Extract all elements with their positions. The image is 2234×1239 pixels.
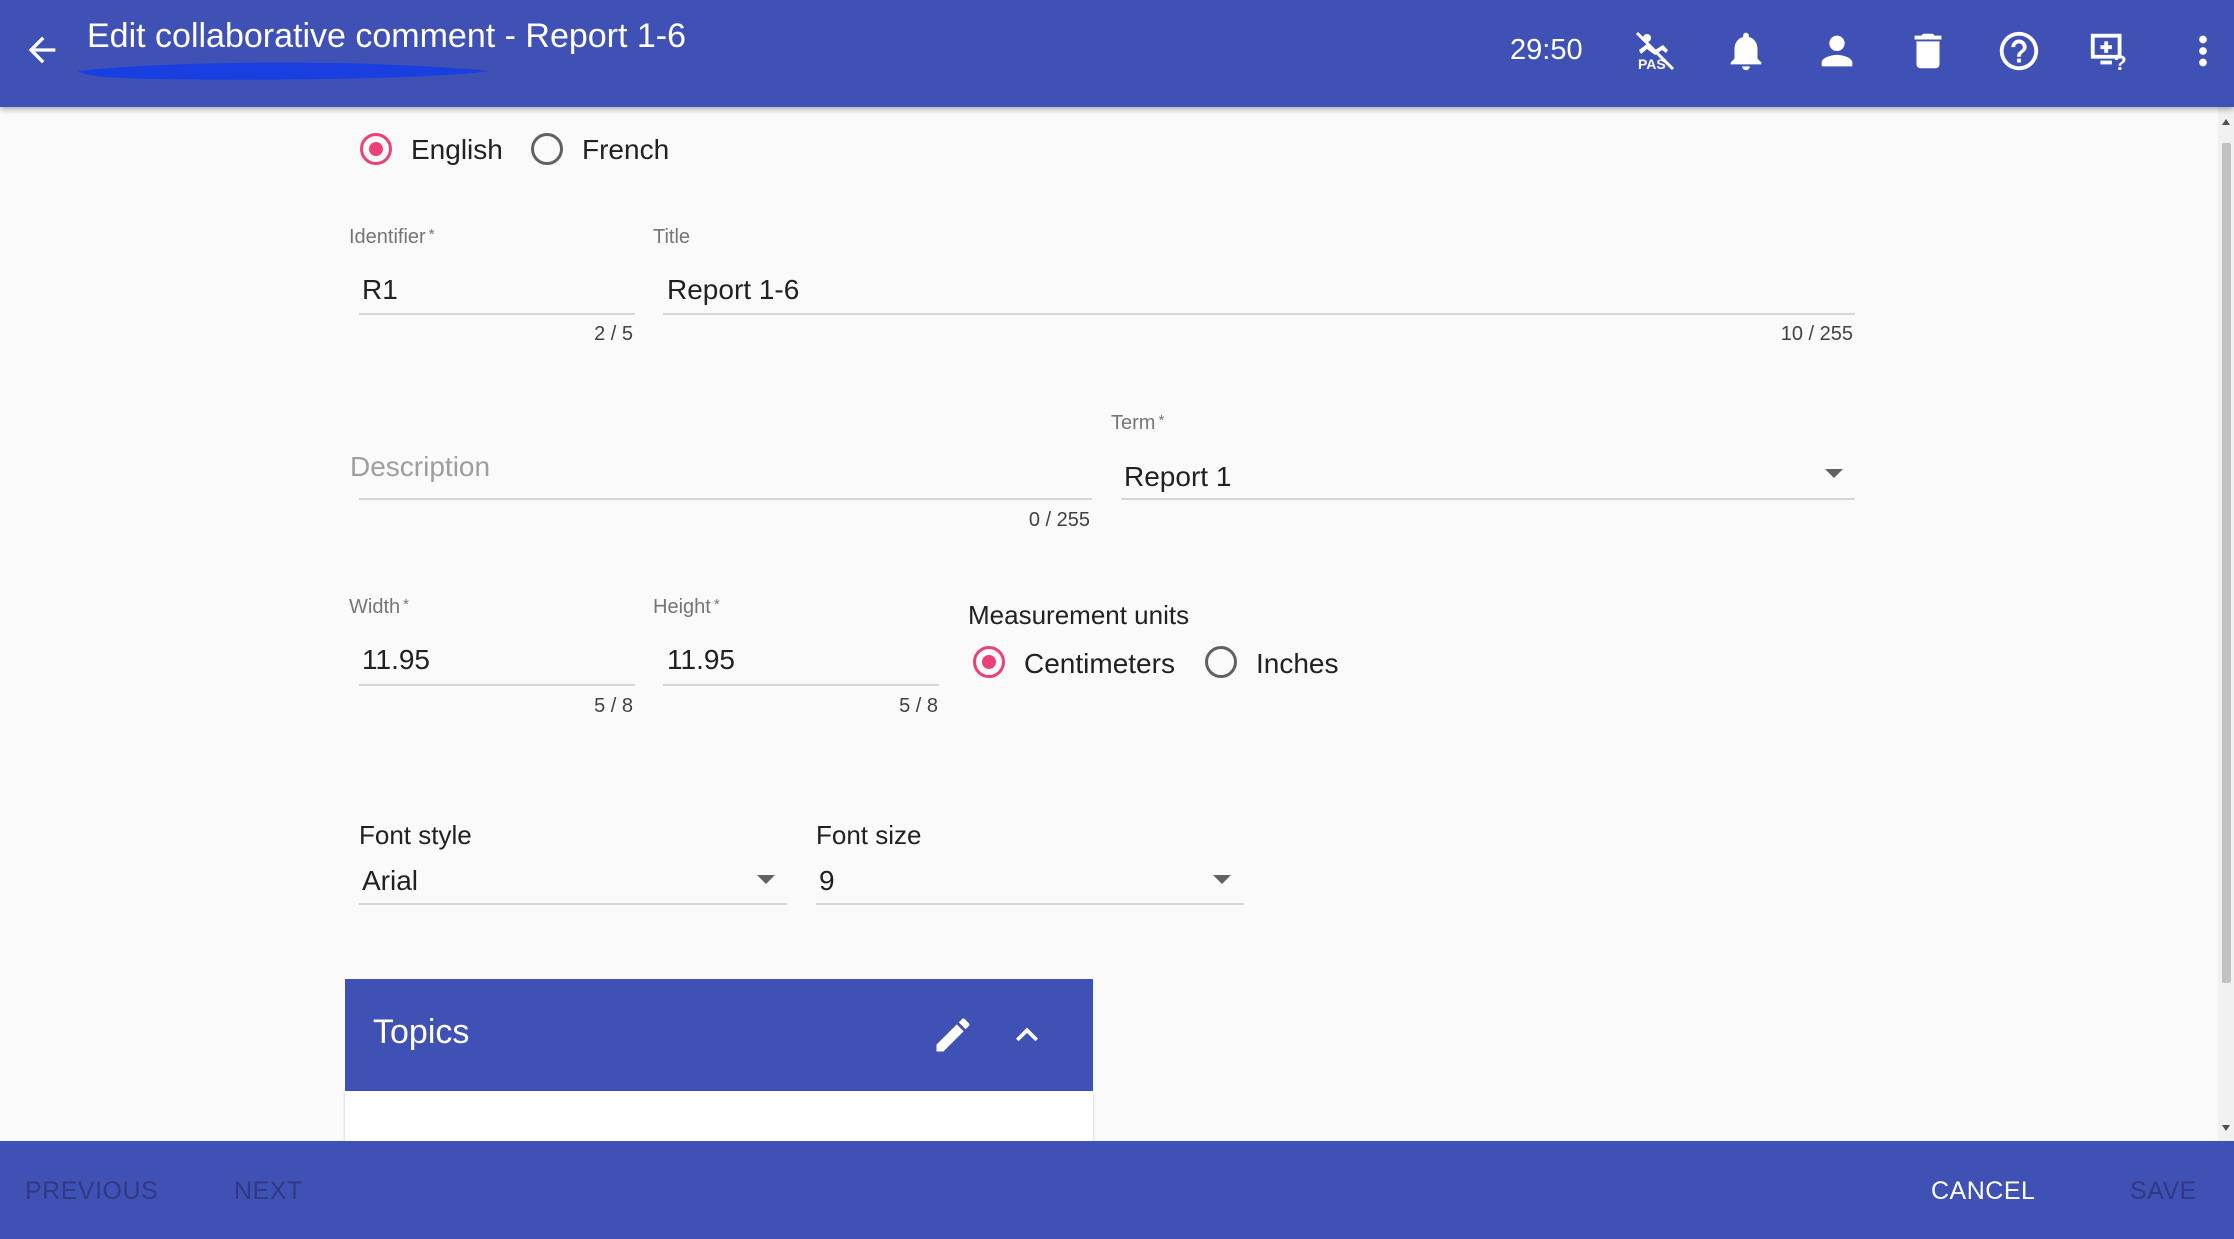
back-button[interactable] xyxy=(22,30,62,70)
collapse-topics-button[interactable] xyxy=(1005,1013,1049,1057)
description-input[interactable]: Description xyxy=(350,451,490,483)
app-bar: Edit collaborative comment - Report 1-6 … xyxy=(0,0,2234,107)
radio-french-label[interactable]: French xyxy=(582,134,669,166)
screen-share-icon: ? xyxy=(2090,33,2127,75)
radio-ring xyxy=(531,133,563,165)
term-dropdown-icon[interactable] xyxy=(1825,469,1843,478)
help-button[interactable] xyxy=(1996,28,2042,74)
edit-icon xyxy=(936,1018,970,1052)
required-marker: * xyxy=(428,226,435,243)
identifier-counter: 2 / 5 xyxy=(594,323,633,345)
pas-off-button[interactable]: PAS xyxy=(1632,28,1678,74)
required-marker: * xyxy=(713,596,720,613)
delete-button[interactable] xyxy=(1905,28,1951,74)
title-underline xyxy=(663,313,1855,315)
identifier-label-text: Identifier xyxy=(349,226,426,248)
trash-icon xyxy=(1914,33,1942,69)
more-vert-icon xyxy=(2199,35,2207,67)
radio-centimeters-label[interactable]: Centimeters xyxy=(1024,648,1175,680)
required-marker: * xyxy=(1158,412,1165,429)
page-title: Edit collaborative comment - Report 1-6 xyxy=(87,17,687,55)
vertical-scrollbar[interactable] xyxy=(2218,107,2234,1141)
radio-english[interactable] xyxy=(358,131,394,167)
scroll-up-icon[interactable] xyxy=(2221,117,2231,127)
required-marker: * xyxy=(403,596,409,613)
radio-dot xyxy=(982,655,996,669)
term-underline xyxy=(1121,498,1855,500)
radio-english-label[interactable]: English xyxy=(411,134,503,166)
radio-inches[interactable] xyxy=(1203,644,1239,680)
pas-off-icon: PAS xyxy=(1635,31,1675,72)
font-size-label: Font size xyxy=(816,820,922,850)
previous-button[interactable]: PREVIOUS xyxy=(25,1177,158,1206)
bottom-action-bar: PREVIOUS NEXT CANCEL SAVE xyxy=(0,1141,2234,1239)
term-select[interactable]: Report 1 xyxy=(1124,461,1231,493)
identifier-input[interactable]: R1 xyxy=(362,274,398,306)
help-icon xyxy=(1999,31,2039,71)
redaction-scribble xyxy=(78,62,489,80)
radio-centimeters[interactable] xyxy=(971,644,1007,680)
font-style-label: Font style xyxy=(359,820,472,850)
next-button[interactable]: NEXT xyxy=(234,1177,303,1206)
radio-ring xyxy=(1205,646,1237,678)
font-style-underline xyxy=(359,903,787,905)
scroll-down-icon[interactable] xyxy=(2221,1123,2231,1133)
description-underline xyxy=(359,498,1092,500)
font-size-dropdown-icon[interactable] xyxy=(1213,875,1231,884)
height-underline xyxy=(663,684,939,686)
radio-dot xyxy=(369,142,383,156)
font-size-underline xyxy=(816,903,1244,905)
more-options-button[interactable] xyxy=(2180,28,2226,74)
identifier-label: Identifier * xyxy=(349,226,435,249)
height-counter: 5 / 8 xyxy=(899,695,938,717)
width-input[interactable]: 11.95 xyxy=(362,644,430,676)
notifications-button[interactable] xyxy=(1723,28,1769,74)
term-label: Term * xyxy=(1111,412,1164,435)
width-label: Width * xyxy=(349,596,409,619)
edit-topics-button[interactable] xyxy=(931,1013,975,1057)
person-icon xyxy=(1821,35,1853,67)
topics-title: Topics xyxy=(373,1013,470,1051)
account-button[interactable] xyxy=(1814,28,1860,74)
session-timer: 29:50 xyxy=(1510,34,1583,66)
height-label: Height * xyxy=(653,596,720,619)
width-counter: 5 / 8 xyxy=(594,695,633,717)
identifier-underline xyxy=(359,313,635,315)
font-size-select[interactable]: 9 xyxy=(819,865,835,897)
height-input[interactable]: 11.95 xyxy=(667,644,735,676)
topics-panel-body xyxy=(345,1091,1093,1141)
title-input[interactable]: Report 1-6 xyxy=(667,274,799,306)
font-style-select[interactable]: Arial xyxy=(362,865,418,897)
width-underline xyxy=(359,684,635,686)
title-label: Title xyxy=(653,226,691,248)
height-label-text: Height xyxy=(653,596,711,618)
arrow-back-icon xyxy=(28,36,56,64)
width-label-text: Width xyxy=(349,596,401,618)
font-style-dropdown-icon[interactable] xyxy=(757,875,775,884)
topics-panel-header[interactable]: Topics xyxy=(345,979,1093,1091)
cancel-button[interactable]: CANCEL xyxy=(1931,1177,2035,1206)
description-counter: 0 / 255 xyxy=(1028,509,1090,531)
scrollbar-thumb[interactable] xyxy=(2222,143,2231,983)
svg-text:?: ? xyxy=(2114,52,2127,74)
radio-french[interactable] xyxy=(529,131,565,167)
chevron-up-icon xyxy=(1016,1027,1038,1042)
term-label-text: Term xyxy=(1111,412,1156,434)
screen-share-button[interactable]: ? xyxy=(2087,28,2133,75)
measurement-units-label: Measurement units xyxy=(968,600,1190,630)
save-button[interactable]: SAVE xyxy=(2130,1177,2197,1206)
title-counter: 10 / 255 xyxy=(1780,323,1853,345)
bell-icon xyxy=(1730,32,1762,71)
radio-inches-label[interactable]: Inches xyxy=(1256,648,1339,680)
